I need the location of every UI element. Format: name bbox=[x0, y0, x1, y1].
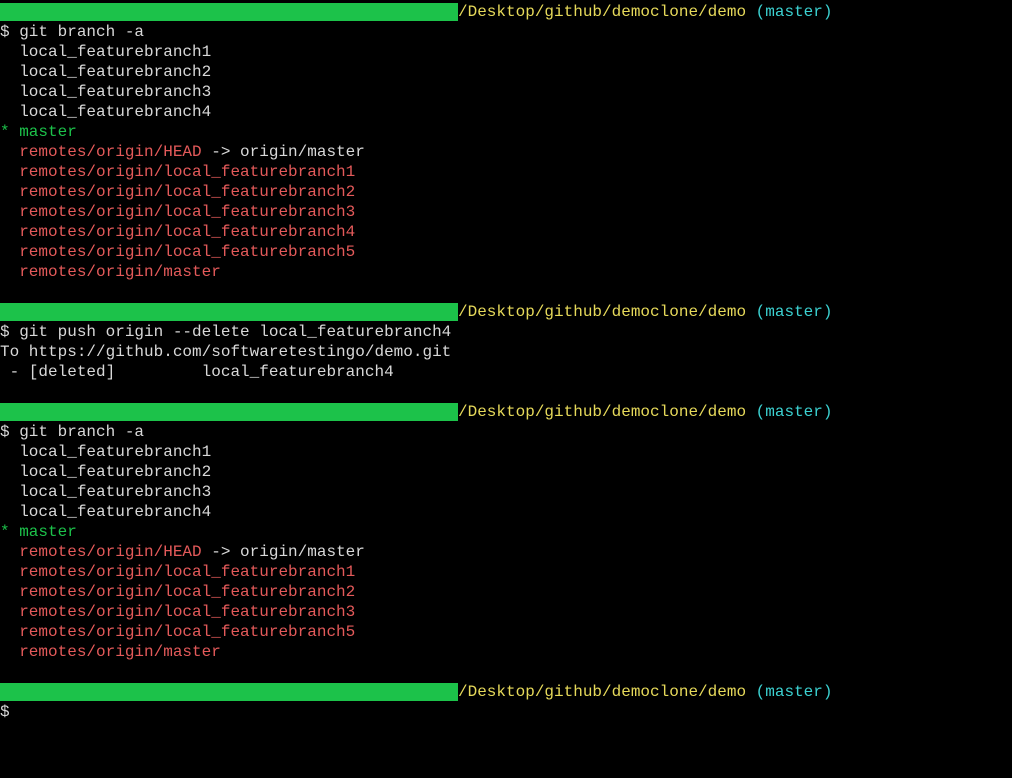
local-branch: local_featurebranch3 bbox=[0, 83, 211, 101]
prompt-dollar: $ bbox=[0, 23, 19, 41]
remote-branch: remotes/origin/master bbox=[0, 263, 221, 281]
prompt-path: /Desktop/github/democlone/demo bbox=[458, 3, 756, 21]
branch-line: local_featurebranch3 bbox=[0, 482, 1012, 502]
remote-branch: remotes/origin/local_featurebranch3 bbox=[0, 203, 355, 221]
prompt-line: /Desktop/github/democlone/demo (master) bbox=[0, 402, 1012, 422]
local-branch: local_featurebranch1 bbox=[0, 43, 211, 61]
branch-line: local_featurebranch2 bbox=[0, 462, 1012, 482]
local-branch: local_featurebranch1 bbox=[0, 443, 211, 461]
command-line[interactable]: $ bbox=[0, 702, 1012, 722]
output-line: To https://github.com/softwaretestingo/d… bbox=[0, 342, 1012, 362]
branch-line: remotes/origin/HEAD -> origin/master bbox=[0, 542, 1012, 562]
branch-line: local_featurebranch3 bbox=[0, 82, 1012, 102]
command-text[interactable]: git branch -a bbox=[19, 23, 144, 41]
branch-line: remotes/origin/master bbox=[0, 262, 1012, 282]
branch-line: remotes/origin/local_featurebranch2 bbox=[0, 182, 1012, 202]
remote-branch: remotes/origin/local_featurebranch5 bbox=[0, 623, 355, 641]
command-line[interactable]: $ git branch -a bbox=[0, 22, 1012, 42]
prompt-bar bbox=[0, 303, 458, 321]
remote-branch: remotes/origin/local_featurebranch1 bbox=[0, 163, 355, 181]
command-line[interactable]: $ git push origin --delete local_feature… bbox=[0, 322, 1012, 342]
command-text[interactable]: git branch -a bbox=[19, 423, 144, 441]
prompt-branch: (master) bbox=[756, 3, 833, 21]
local-branch: local_featurebranch4 bbox=[0, 503, 211, 521]
prompt-line: /Desktop/github/democlone/demo (master) bbox=[0, 302, 1012, 322]
blank-line bbox=[0, 662, 1012, 682]
branch-line: remotes/origin/master bbox=[0, 642, 1012, 662]
output-text: To https://github.com/softwaretestingo/d… bbox=[0, 343, 451, 361]
prompt-line: /Desktop/github/democlone/demo (master) bbox=[0, 2, 1012, 22]
branch-line: local_featurebranch4 bbox=[0, 102, 1012, 122]
prompt-bar bbox=[0, 3, 458, 21]
branch-line: * master bbox=[0, 122, 1012, 142]
current-branch: master bbox=[19, 123, 77, 141]
remote-branch: remotes/origin/local_featurebranch1 bbox=[0, 563, 355, 581]
prompt-line: /Desktop/github/democlone/demo (master) bbox=[0, 682, 1012, 702]
branch-line: * master bbox=[0, 522, 1012, 542]
remote-branch-ref: -> origin/master bbox=[202, 143, 365, 161]
remote-branch: remotes/origin/HEAD bbox=[0, 543, 202, 561]
prompt-dollar: $ bbox=[0, 423, 19, 441]
prompt-branch: (master) bbox=[756, 303, 833, 321]
current-branch-marker: * bbox=[0, 123, 19, 141]
remote-branch-ref: -> origin/master bbox=[202, 543, 365, 561]
remote-branch: remotes/origin/local_featurebranch2 bbox=[0, 583, 355, 601]
blank-line bbox=[0, 382, 1012, 402]
current-branch-marker: * bbox=[0, 523, 19, 541]
prompt-bar bbox=[0, 683, 458, 701]
local-branch: local_featurebranch4 bbox=[0, 103, 211, 121]
prompt-dollar: $ bbox=[0, 703, 19, 721]
remote-branch: remotes/origin/master bbox=[0, 643, 221, 661]
remote-branch: remotes/origin/local_featurebranch5 bbox=[0, 243, 355, 261]
remote-branch: remotes/origin/HEAD bbox=[0, 143, 202, 161]
blank-line bbox=[0, 282, 1012, 302]
command-text[interactable]: git push origin --delete local_featurebr… bbox=[19, 323, 451, 341]
remote-branch: remotes/origin/local_featurebranch2 bbox=[0, 183, 355, 201]
local-branch: local_featurebranch2 bbox=[0, 463, 211, 481]
branch-line: local_featurebranch1 bbox=[0, 442, 1012, 462]
branch-line: remotes/origin/HEAD -> origin/master bbox=[0, 142, 1012, 162]
branch-line: local_featurebranch1 bbox=[0, 42, 1012, 62]
branch-line: remotes/origin/local_featurebranch4 bbox=[0, 222, 1012, 242]
prompt-path: /Desktop/github/democlone/demo bbox=[458, 303, 756, 321]
prompt-branch: (master) bbox=[756, 403, 833, 421]
remote-branch: remotes/origin/local_featurebranch4 bbox=[0, 223, 355, 241]
branch-line: local_featurebranch4 bbox=[0, 502, 1012, 522]
branch-line: remotes/origin/local_featurebranch3 bbox=[0, 602, 1012, 622]
branch-line: remotes/origin/local_featurebranch3 bbox=[0, 202, 1012, 222]
branch-line: remotes/origin/local_featurebranch2 bbox=[0, 582, 1012, 602]
prompt-path: /Desktop/github/democlone/demo bbox=[458, 683, 756, 701]
prompt-dollar: $ bbox=[0, 323, 19, 341]
branch-line: remotes/origin/local_featurebranch5 bbox=[0, 622, 1012, 642]
branch-line: remotes/origin/local_featurebranch1 bbox=[0, 562, 1012, 582]
prompt-branch: (master) bbox=[756, 683, 833, 701]
branch-line: remotes/origin/local_featurebranch1 bbox=[0, 162, 1012, 182]
local-branch: local_featurebranch3 bbox=[0, 483, 211, 501]
local-branch: local_featurebranch2 bbox=[0, 63, 211, 81]
prompt-path: /Desktop/github/democlone/demo bbox=[458, 403, 756, 421]
terminal[interactable]: /Desktop/github/democlone/demo (master)$… bbox=[0, 2, 1012, 722]
prompt-bar bbox=[0, 403, 458, 421]
output-line: - [deleted] local_featurebranch4 bbox=[0, 362, 1012, 382]
remote-branch: remotes/origin/local_featurebranch3 bbox=[0, 603, 355, 621]
branch-line: remotes/origin/local_featurebranch5 bbox=[0, 242, 1012, 262]
current-branch: master bbox=[19, 523, 77, 541]
command-line[interactable]: $ git branch -a bbox=[0, 422, 1012, 442]
branch-line: local_featurebranch2 bbox=[0, 62, 1012, 82]
output-text: - [deleted] local_featurebranch4 bbox=[0, 363, 394, 381]
